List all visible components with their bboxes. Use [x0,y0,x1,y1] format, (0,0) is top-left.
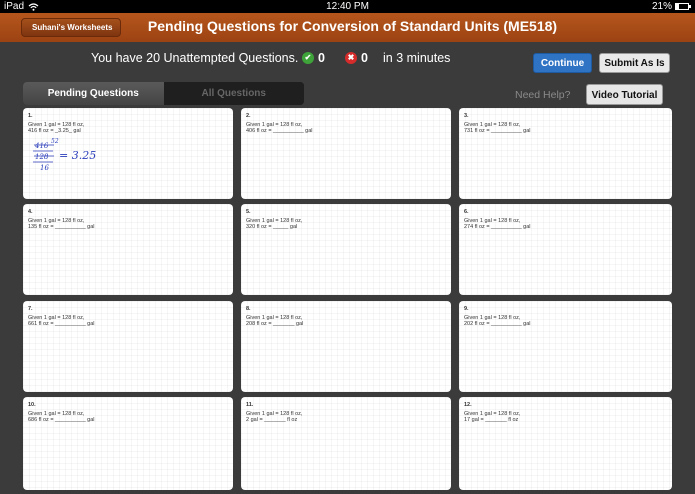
status-time: 12:40 PM [326,1,369,12]
question-number: 5. [246,209,251,215]
question-number: 9. [464,306,469,312]
wrong-count: ✖ 0 [345,51,368,65]
correct-count: ✔ 0 [302,51,325,65]
question-card-5[interactable]: 5. Given 1 gal = 128 fl oz, 320 fl oz = … [241,204,451,295]
question-tabs: Pending Questions All Questions [23,82,304,105]
cross-icon: ✖ [345,52,357,64]
question-number: 4. [28,209,33,215]
question-number: 12. [464,402,472,408]
continue-button[interactable]: Continue [533,53,592,73]
question-card-1[interactable]: 1. Given 1 gal = 128 fl oz, 416 fl oz = … [23,108,233,199]
question-prompt: 406 fl oz = __________ gal [246,128,313,134]
question-card-9[interactable]: 9. Given 1 gal = 128 fl oz, 202 fl oz = … [459,301,672,392]
question-prompt: 2 gal = _______ fl oz [246,417,298,423]
status-bar: iPad 12:40 PM 21% [0,0,695,13]
question-prompt: 208 fl oz = _______ gal [246,321,304,327]
navigation-bar: Suhani's Worksheets Pending Questions fo… [0,13,695,42]
question-number: 10. [28,402,36,408]
question-prompt: 320 fl oz = _____ gal [246,224,298,230]
battery-icon [675,3,691,10]
question-prompt: 17 gal = _______ fl oz [464,417,519,423]
hw-numerator: 416 [34,142,49,150]
question-card-10[interactable]: 10. Given 1 gal = 128 fl oz, 686 fl oz =… [23,397,233,490]
question-card-3[interactable]: 3. Given 1 gal = 128 fl oz, 731 fl oz = … [459,108,672,199]
question-prompt: 135 fl oz = __________ gal [28,224,95,230]
question-card-2[interactable]: 2. Given 1 gal = 128 fl oz, 406 fl oz = … [241,108,451,199]
question-card-12[interactable]: 12. Given 1 gal = 128 fl oz, 17 gal = __… [459,397,672,490]
hw-result: = 3.25 [59,149,96,162]
tab-pending-questions[interactable]: Pending Questions [23,82,164,105]
question-prompt: 731 fl oz = __________ gal [464,128,531,134]
hw-denominator: 128 [35,153,49,161]
unattempted-message: You have 20 Unattempted Questions. [91,51,299,65]
hw-denominator-reduced: 16 [40,164,49,172]
correct-count-value: 0 [318,51,325,65]
need-help-label: Need Help? [515,89,571,101]
submit-as-is-button[interactable]: Submit As Is [599,53,670,73]
question-card-6[interactable]: 6. Given 1 gal = 128 fl oz, 274 fl oz = … [459,204,672,295]
question-prompt: 416 fl oz = _3.25_ gal [28,128,81,134]
battery-percent: 21% [651,1,672,12]
status-right: 21% [651,0,691,13]
question-card-4[interactable]: 4. Given 1 gal = 128 fl oz, 135 fl oz = … [23,204,233,295]
question-number: 6. [464,209,469,215]
question-number: 11. [246,402,254,408]
video-tutorial-button[interactable]: Video Tutorial [586,84,663,105]
question-prompt: 274 fl oz = __________ gal [464,224,531,230]
time-estimate: in 3 minutes [383,51,451,65]
question-card-11[interactable]: 11. Given 1 gal = 128 fl oz, 2 gal = ___… [241,397,451,490]
question-number: 7. [28,306,33,312]
wrong-count-value: 0 [361,51,368,65]
check-icon: ✔ [302,52,314,64]
question-number: 3. [464,113,469,119]
question-prompt: 686 fl oz = __________ gal [28,417,95,423]
page-title: Pending Questions for Conversion of Stan… [147,18,558,34]
question-prompt: 202 fl oz = __________ gal [464,321,531,327]
question-number: 1. [28,113,33,119]
question-prompt: 661 fl oz = __________ gal [28,321,95,327]
question-card-7[interactable]: 7. Given 1 gal = 128 fl oz, 661 fl oz = … [23,301,233,392]
question-number: 2. [246,113,251,119]
tab-all-questions[interactable]: All Questions [163,82,304,105]
handwritten-work: 416 52 128 16 = 3.25 [33,138,96,172]
question-card-8[interactable]: 8. Given 1 gal = 128 fl oz, 208 fl oz = … [241,301,451,392]
hw-superscript: 52 [51,138,59,145]
question-number: 8. [246,306,251,312]
